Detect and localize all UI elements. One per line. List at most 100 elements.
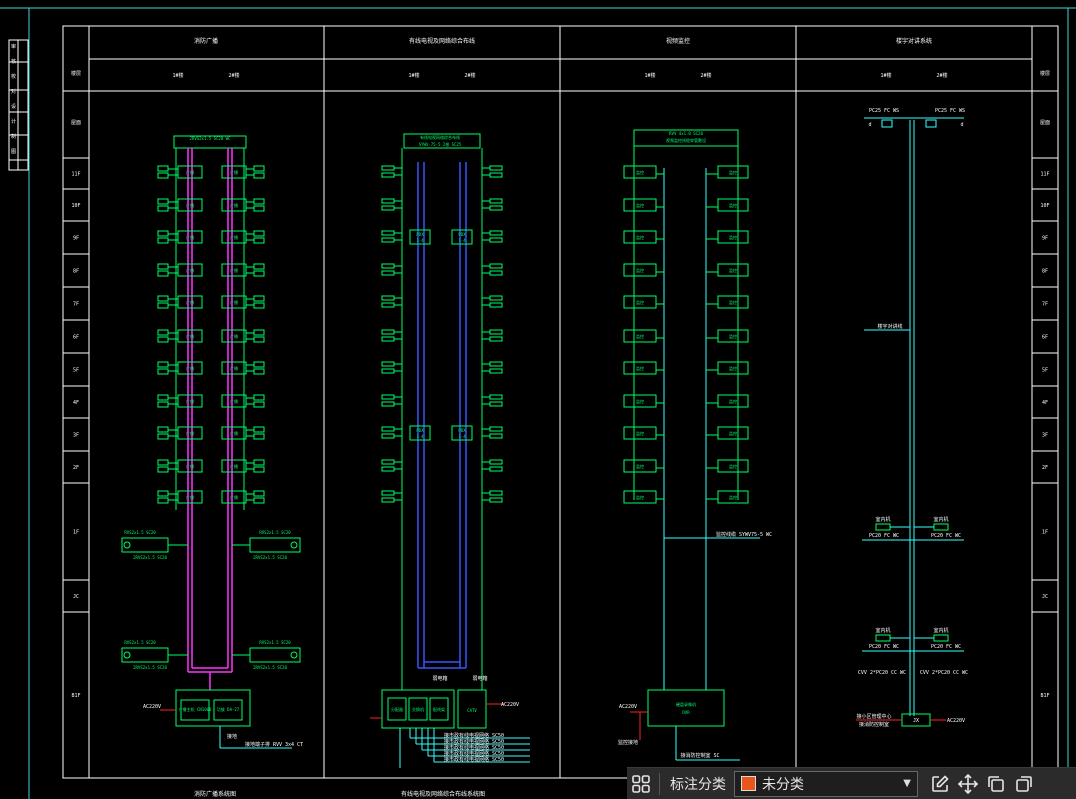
sys1-speaker xyxy=(253,490,265,497)
title-block-label: 核 xyxy=(11,58,16,65)
sys2-outlet xyxy=(489,361,503,367)
sys1-branch-box xyxy=(249,537,301,553)
sys3-ground-label: 监控接地 xyxy=(618,739,638,746)
sys1-speaker xyxy=(157,270,169,277)
sys1-module-label: 广播 xyxy=(230,299,238,305)
sys1-module-label: 广播 xyxy=(230,365,238,371)
floor-label: 4F xyxy=(73,400,79,406)
sys1-speaker xyxy=(157,401,169,408)
floor-label: 10F xyxy=(71,203,80,209)
sys2-outlet xyxy=(381,490,395,496)
header-section-title: 视频监控 xyxy=(666,37,690,45)
title-block-label: 对 xyxy=(11,88,16,95)
sys3-lead-label: 监控线缆 SYWV75-5 WC xyxy=(716,531,772,538)
sys1-module-label: 广播 xyxy=(186,494,194,500)
sys4-unit-pipe: PC20 FC WC xyxy=(931,644,961,650)
sys2-outlet xyxy=(489,497,503,503)
caption-broadcast: 消防广播系统图 xyxy=(194,790,236,798)
sys4-unit-label: 室内机 xyxy=(875,516,890,523)
sys2-weak-label: 弱电箱 xyxy=(432,675,447,682)
sys3-camera-label: 监控 xyxy=(636,234,644,240)
sys2-pd-label: PDX xyxy=(416,232,424,237)
edit-icon[interactable] xyxy=(926,770,954,798)
sys3-camera-label: 监控 xyxy=(729,169,737,175)
sys2-outlet xyxy=(489,172,503,178)
sys1-speaker xyxy=(253,263,265,270)
sys2-outlet xyxy=(381,336,395,342)
sys4-ac-label: AC220V xyxy=(947,718,965,724)
sys3-camera-label: 监控 xyxy=(729,398,737,404)
sys1-speaker-round xyxy=(123,651,131,659)
sys3-camera-label: 监控 xyxy=(729,234,737,240)
cad-drawing-canvas[interactable]: 审核校对设计制图 屋面 屋面 11F 11F 10F 10F 9F 9F 8F 8F 7F 7F 6F 6… xyxy=(0,0,1076,799)
sys2-outlet xyxy=(381,401,395,407)
sys1-speaker xyxy=(157,263,169,270)
sys1-speaker xyxy=(253,401,265,408)
sys1-module-label: 广播 xyxy=(186,398,194,404)
header-section-title: 有线电视及网络综合布线 xyxy=(409,37,475,45)
sys2-outlet xyxy=(381,263,395,269)
sys2-outlet xyxy=(381,165,395,171)
category-dropdown[interactable]: 未分类 ▼ xyxy=(734,770,918,797)
sys1-branch-label: RVS2x1.5 SC20 xyxy=(259,640,291,645)
sys2-outlet xyxy=(489,165,503,171)
sys2-outlet xyxy=(381,433,395,439)
floor-label: 8F xyxy=(1042,269,1048,275)
sys2-outlet xyxy=(489,394,503,400)
sys1-cabinet-amp-label: 功放 DA-27 xyxy=(217,706,240,712)
floor-label: 2F xyxy=(1042,465,1048,471)
sys3-camera-label: 监控 xyxy=(729,494,737,500)
copy-icon[interactable] xyxy=(982,770,1010,798)
sys2-outlet xyxy=(489,466,503,472)
sys4-b1-label: CVV 2*PC20 CC WC xyxy=(858,670,906,676)
sys4-unit xyxy=(875,523,891,531)
sys4-door-station xyxy=(881,119,893,128)
broadcast-system-diagram: 2RVS2x1.5 SC20 WC广播 广播广播 广播广播 广播广播 广播广播 广播广播广… xyxy=(121,135,303,749)
sys3-camera-label: 监控 xyxy=(636,365,644,371)
sys2-outlet xyxy=(489,426,503,432)
floor-label: 1F xyxy=(1042,530,1048,536)
sys2-cabinet-label: 交换机 xyxy=(412,706,424,712)
left-title-block: 审核校对设计制图 xyxy=(8,39,29,171)
annotation-category-label: 标注分类 xyxy=(670,776,726,793)
sys3-camera-label: 监控 xyxy=(729,333,737,339)
sys3-camera-label: 监控 xyxy=(729,463,737,469)
grid-icon[interactable] xyxy=(627,770,655,798)
sys1-ground-label: 接地 xyxy=(227,733,237,740)
floor-label: 3F xyxy=(1042,433,1048,439)
title-block-label: 设 xyxy=(11,103,16,110)
sys2-outlet xyxy=(489,198,503,204)
sys2-outlet xyxy=(381,205,395,211)
sys1-speaker xyxy=(253,466,265,473)
sys4-marker: d xyxy=(960,122,963,128)
sys1-speaker xyxy=(157,368,169,375)
sys1-branch-label: 2RVS2x1.5 SC20 xyxy=(133,555,167,560)
floor-label: 5F xyxy=(73,368,79,374)
floor-label: 4F xyxy=(1042,400,1048,406)
sys1-speaker xyxy=(157,302,169,309)
sys2-trunk-label2: SYWV-75-5 2根 SC25 xyxy=(419,141,462,147)
sys4-jx-label: JX xyxy=(913,718,919,724)
sys3-cabinet xyxy=(647,689,725,727)
sys3-camera-label: 监控 xyxy=(636,299,644,305)
sys3-trunk-label: RVV 4x1.0 SC20 xyxy=(669,131,703,136)
move-icon[interactable] xyxy=(954,770,982,798)
sys3-camera-label: 监控 xyxy=(636,202,644,208)
floor-label: JC xyxy=(73,594,79,600)
sys2-pd-sub: 1-4 xyxy=(458,434,466,439)
sys4-top-label: PC25 FC WS xyxy=(869,108,899,114)
sys2-outlet xyxy=(489,237,503,243)
floor-label: 6F xyxy=(1042,335,1048,341)
sys4-unit xyxy=(875,634,891,642)
title-block-label: 图 xyxy=(11,149,16,155)
sys1-speaker-round xyxy=(290,651,298,659)
sys1-module-label: 广播 xyxy=(230,234,238,240)
header-section-title: 消防广播 xyxy=(194,37,218,45)
sys3-camera-label: 监控 xyxy=(636,169,644,175)
sys1-speaker xyxy=(157,165,169,172)
clone-icon[interactable] xyxy=(1010,770,1038,798)
sys2-weak-label: 弱电箱 xyxy=(472,675,487,682)
chevron-down-icon: ▼ xyxy=(903,778,911,789)
sys1-trunk-label: 2RVS2x1.5 SC20 WC xyxy=(190,136,232,141)
floor-label: 2F xyxy=(73,465,79,471)
